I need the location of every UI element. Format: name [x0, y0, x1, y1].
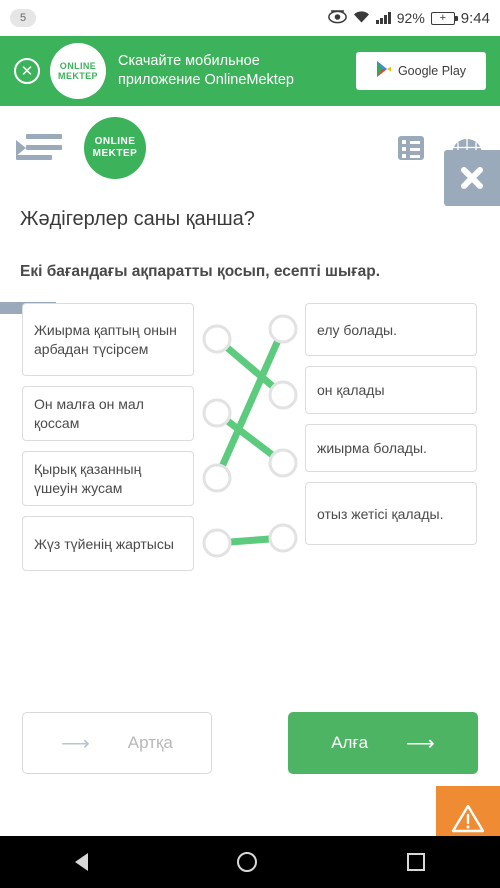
left-option-2[interactable]: Қырық қазанның үшеуін жусам [22, 451, 194, 507]
left-option-3[interactable]: Жүз түйенің жартысы [22, 516, 194, 572]
android-home-icon[interactable] [237, 852, 258, 872]
status-bar: 5 92% + 9:44 [0, 0, 500, 36]
right-option-1[interactable]: он қалады [305, 366, 477, 415]
arrow-left-icon: ⟶ [61, 732, 90, 755]
left-option-1[interactable]: Он малға он мал қоссам [22, 386, 194, 442]
next-button-label: Алға [331, 733, 369, 752]
close-icon[interactable]: ✕ [14, 58, 40, 84]
right-connector-0[interactable] [268, 314, 298, 344]
back-button-label: Артқа [127, 733, 173, 752]
status-icons: 92% + 9:44 [328, 10, 490, 27]
brand-logo[interactable]: ONLINE MEKTEP [84, 117, 146, 179]
right-connector-2[interactable] [268, 448, 298, 478]
connection-line [213, 409, 287, 467]
wifi-icon [353, 10, 370, 27]
left-connector-3[interactable] [202, 528, 232, 558]
battery-charging-icon: + [430, 11, 458, 25]
close-panel[interactable] [444, 150, 500, 206]
left-connector-0[interactable] [202, 324, 232, 354]
promo-logo: ONLINE MEKTEP [50, 43, 106, 99]
left-connector-1[interactable] [202, 398, 232, 428]
promo-logo-line2: MEKTEP [58, 71, 98, 81]
google-play-button[interactable]: Google Play [356, 52, 486, 90]
signal-bars-icon [376, 12, 391, 24]
connection-line [213, 534, 287, 547]
page-title: Жәдігерлер саны қанша? [20, 208, 255, 230]
connection-line [213, 325, 287, 482]
battery-percent: 92% [396, 10, 425, 26]
right-option-2[interactable]: жиырма болады. [305, 424, 477, 473]
left-option-0[interactable]: Жиырма қаптың онын арбадан түсірсем [22, 303, 194, 377]
promo-text: Скачайте мобильное приложение OnlineMekt… [118, 52, 348, 90]
right-connector-3[interactable] [268, 523, 298, 553]
promo-text-line2: приложение OnlineMektep [118, 72, 294, 88]
clock: 9:44 [460, 9, 490, 27]
android-recents-icon[interactable] [407, 853, 426, 871]
right-option-0[interactable]: елу болады. [305, 303, 477, 357]
list-icon[interactable] [398, 136, 424, 160]
menu-indent-icon[interactable] [16, 134, 62, 162]
eye-icon [328, 9, 348, 27]
app-header: ONLINE MEKTEP [0, 106, 500, 314]
android-nav-bar [0, 836, 500, 888]
brand-logo-line1: ONLINE [94, 136, 136, 147]
connection-line [213, 335, 287, 399]
back-button[interactable]: ⟶ Артқа [22, 712, 212, 774]
close-icon [461, 167, 483, 189]
matching-area: Жиырма қаптың онын арбадан түсірсем Он м… [20, 303, 480, 583]
arrow-right-icon: ⟶ [406, 732, 435, 755]
promo-logo-line1: ONLINE [59, 60, 97, 71]
question-content: Жәдігерлер саны қанша? Екі бағандағы ақп… [0, 208, 500, 583]
next-button[interactable]: Алға ⟶ [288, 712, 478, 774]
app-screen: 5 92% + 9:44 ✕ ONLINE MEKTEP Скачайте мо… [0, 0, 500, 888]
warning-triangle-icon [451, 804, 485, 832]
question-instruction: Екі бағандағы ақпаратты қосып, есепті шы… [20, 263, 381, 280]
notification-badge: 5 [10, 9, 36, 27]
footer-actions: ⟶ Артқа Алға ⟶ [0, 712, 500, 774]
google-play-label: Google Play [397, 64, 467, 78]
left-connector-2[interactable] [202, 463, 232, 493]
right-option-3[interactable]: отыз жетісі қалады. [305, 482, 477, 546]
google-play-icon [376, 60, 392, 83]
promo-text-line1: Скачайте мобильное [118, 53, 260, 70]
right-connector-1[interactable] [268, 380, 298, 410]
brand-logo-line2: MEKTEP [92, 148, 138, 159]
promo-banner: ✕ ONLINE MEKTEP Скачайте мобильное прило… [0, 36, 500, 106]
android-back-icon[interactable] [74, 853, 88, 871]
